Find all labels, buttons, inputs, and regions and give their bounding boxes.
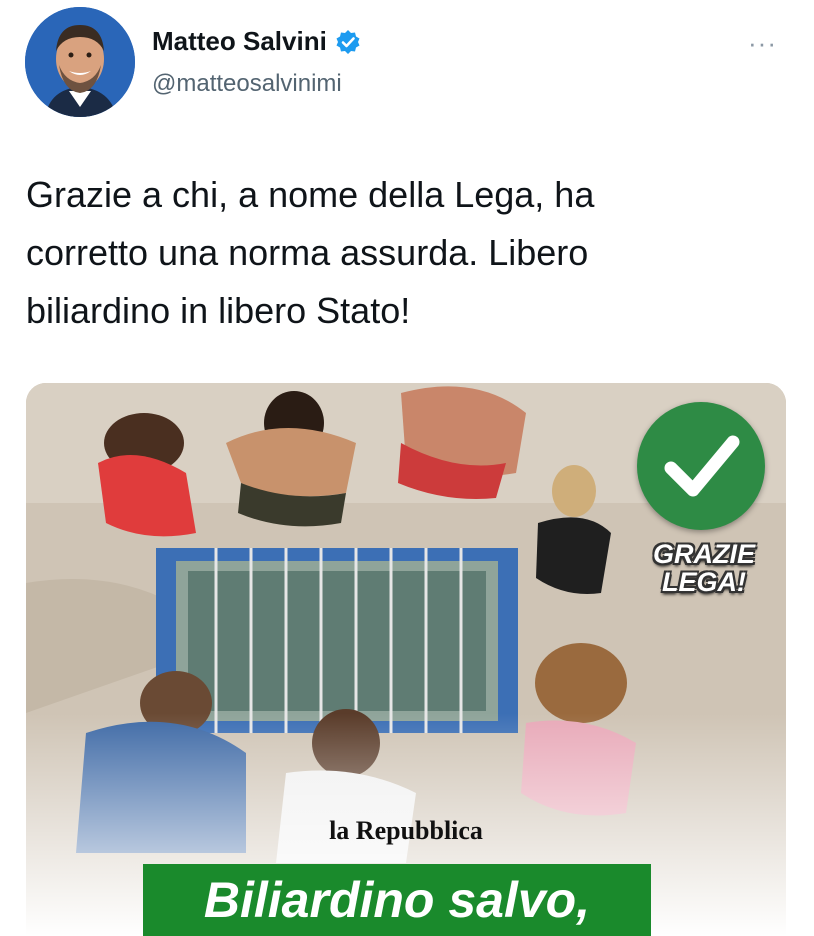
avatar[interactable] xyxy=(25,7,135,117)
grazie-line: GRAZIE xyxy=(652,539,755,569)
author-row: Matteo Salvini xyxy=(152,26,361,57)
author-name[interactable]: Matteo Salvini xyxy=(152,26,327,57)
check-mark-icon xyxy=(637,402,765,530)
news-source-logo: la Repubblica xyxy=(329,816,483,845)
author-handle[interactable]: @matteosalvinimi xyxy=(152,70,342,98)
tweet-text: Grazie a chi, a nome della Lega, ha corr… xyxy=(26,166,766,340)
tweet-text-line: corretto una norma assurda. Libero xyxy=(26,232,589,273)
media-image[interactable]: GRAZIE LEGA! la Repubblica Biliardino sa… xyxy=(26,383,786,936)
tweet-text-line: biliardino in libero Stato! xyxy=(26,290,411,331)
headline-text: Biliardino salvo, xyxy=(203,872,591,928)
tweet-text-line: Grazie a chi, a nome della Lega, ha xyxy=(26,174,595,215)
lega-line: LEGA! xyxy=(662,567,746,597)
more-options-icon[interactable]: ··· xyxy=(748,28,777,59)
verified-badge-icon xyxy=(335,29,361,55)
tweet-card: Matteo Salvini @matteosalvinimi ··· Graz… xyxy=(0,0,814,936)
avatar-photo xyxy=(25,7,135,117)
grazie-lega-label: GRAZIE LEGA! xyxy=(624,540,784,596)
